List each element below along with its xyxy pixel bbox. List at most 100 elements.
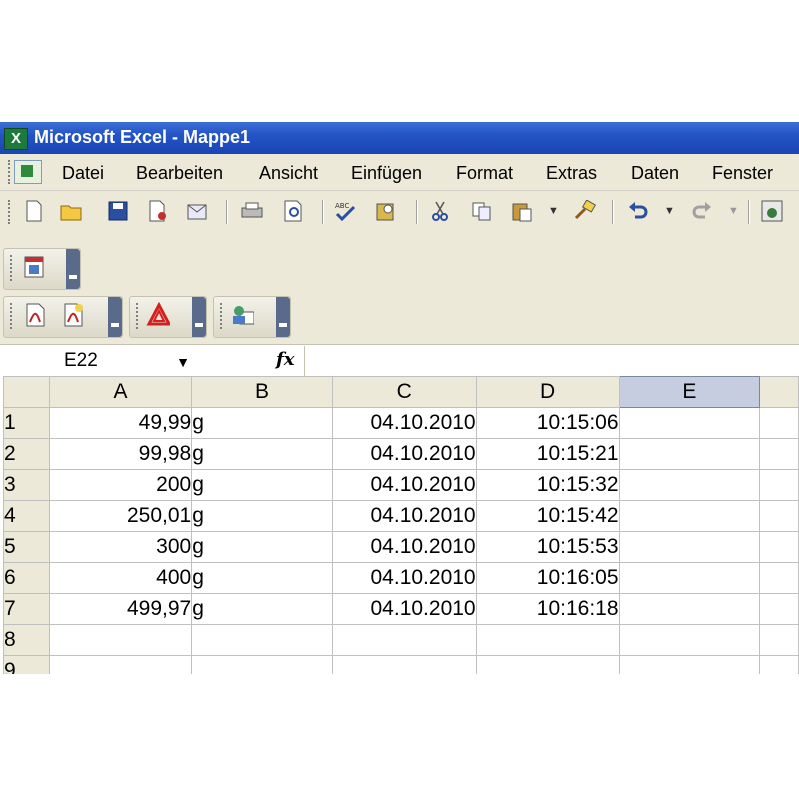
excel-icon[interactable]: X (4, 128, 28, 150)
cell-d5[interactable]: 10:15:53 (475, 531, 620, 563)
hyperlink-icon[interactable] (760, 199, 784, 223)
paste-dropdown-icon[interactable]: ▼ (548, 205, 559, 217)
insert-function-icon[interactable]: fx (276, 349, 294, 370)
cell-b5[interactable]: g (191, 531, 333, 563)
menu-daten[interactable]: Daten (631, 163, 679, 184)
cell-b6[interactable]: g (191, 562, 333, 594)
column-header-f[interactable] (759, 376, 799, 408)
cell-a1[interactable]: 49,99 (48, 407, 193, 439)
row-header[interactable]: 5 (3, 531, 50, 563)
print-icon[interactable] (240, 199, 264, 223)
cell-e2[interactable] (618, 438, 761, 470)
redo-dropdown-icon[interactable]: ▼ (728, 205, 739, 217)
toolbar-grip[interactable] (136, 303, 141, 329)
toolbar-options-icon[interactable] (66, 249, 80, 289)
cell-f3[interactable] (759, 469, 799, 501)
toolbar-options-icon[interactable] (276, 297, 290, 337)
new-document-icon[interactable] (22, 199, 46, 223)
redo-icon[interactable] (690, 199, 714, 223)
permission-icon[interactable] (146, 199, 170, 223)
menu-format[interactable]: Format (456, 163, 513, 184)
cell-c7[interactable]: 04.10.2010 (331, 593, 477, 625)
cell-a3[interactable]: 200 (48, 469, 193, 501)
cell-e9[interactable] (618, 655, 761, 674)
menu-datei[interactable]: Datei (62, 163, 104, 184)
row-header[interactable]: 2 (3, 438, 50, 470)
cell-a6[interactable]: 400 (48, 562, 193, 594)
cell-e4[interactable] (618, 500, 761, 532)
cell-e1[interactable] (618, 407, 761, 439)
cell-a5[interactable]: 300 (48, 531, 193, 563)
cell-f8[interactable] (759, 624, 799, 656)
menu-einfuegen[interactable]: Einfügen (351, 163, 422, 184)
cell-e3[interactable] (618, 469, 761, 501)
save-icon[interactable] (106, 199, 130, 223)
cell-e7[interactable] (618, 593, 761, 625)
cell-c1[interactable]: 04.10.2010 (331, 407, 477, 439)
paste-icon[interactable] (510, 199, 534, 223)
meeting-icon[interactable] (230, 303, 254, 327)
column-header-a[interactable]: A (48, 376, 193, 408)
cell-d6[interactable]: 10:16:05 (475, 562, 620, 594)
toolbar-grip[interactable] (8, 160, 13, 184)
undo-dropdown-icon[interactable]: ▼ (664, 205, 675, 217)
menu-extras[interactable]: Extras (546, 163, 597, 184)
open-folder-icon[interactable] (60, 199, 84, 223)
cell-a4[interactable]: 250,01 (48, 500, 193, 532)
print-preview-icon[interactable] (282, 199, 306, 223)
cell-f4[interactable] (759, 500, 799, 532)
row-header[interactable]: 1 (3, 407, 50, 439)
calendar-icon[interactable] (22, 255, 46, 279)
column-header-d[interactable]: D (475, 376, 620, 408)
select-all-corner[interactable] (3, 376, 50, 408)
column-header-b[interactable]: B (191, 376, 333, 408)
copy-icon[interactable] (470, 199, 494, 223)
menu-ansicht[interactable]: Ansicht (259, 163, 318, 184)
cell-d7[interactable]: 10:16:18 (475, 593, 620, 625)
column-header-c[interactable]: C (331, 376, 477, 408)
cell-f7[interactable] (759, 593, 799, 625)
cell-b9[interactable] (191, 655, 333, 674)
cell-f2[interactable] (759, 438, 799, 470)
cell-e6[interactable] (618, 562, 761, 594)
format-painter-icon[interactable] (572, 199, 596, 223)
pdf-convert-icon[interactable] (24, 303, 48, 327)
row-header[interactable]: 6 (3, 562, 50, 594)
cell-d2[interactable]: 10:15:21 (475, 438, 620, 470)
email-icon[interactable] (186, 199, 210, 223)
menu-bearbeiten[interactable]: Bearbeiten (136, 163, 223, 184)
cell-b2[interactable]: g (191, 438, 333, 470)
row-header[interactable]: 7 (3, 593, 50, 625)
cell-c6[interactable]: 04.10.2010 (331, 562, 477, 594)
cell-f1[interactable] (759, 407, 799, 439)
pdf-review-icon[interactable] (62, 303, 86, 327)
toolbar-options-icon[interactable] (108, 297, 122, 337)
column-header-e[interactable]: E (618, 376, 761, 408)
toolbar-grip[interactable] (10, 303, 15, 329)
cell-f5[interactable] (759, 531, 799, 563)
acrobat-icon[interactable] (146, 302, 170, 327)
cell-c4[interactable]: 04.10.2010 (331, 500, 477, 532)
cell-d8[interactable] (475, 624, 620, 656)
cell-b1[interactable]: g (191, 407, 333, 439)
cell-a8[interactable] (48, 624, 193, 656)
cell-a2[interactable]: 99,98 (48, 438, 193, 470)
workbook-icon[interactable] (14, 160, 42, 184)
cell-e5[interactable] (618, 531, 761, 563)
cell-c2[interactable]: 04.10.2010 (331, 438, 477, 470)
toolbar-grip[interactable] (8, 200, 13, 224)
cell-e8[interactable] (618, 624, 761, 656)
cell-c5[interactable]: 04.10.2010 (331, 531, 477, 563)
cell-c9[interactable] (331, 655, 477, 674)
cell-d4[interactable]: 10:15:42 (475, 500, 620, 532)
cell-f9[interactable] (759, 655, 799, 674)
menu-fenster[interactable]: Fenster (712, 163, 773, 184)
row-header[interactable]: 8 (3, 624, 50, 656)
cell-a7[interactable]: 499,97 (48, 593, 193, 625)
cell-f6[interactable] (759, 562, 799, 594)
row-header[interactable]: 9 (3, 655, 50, 674)
cut-icon[interactable] (428, 199, 452, 223)
cell-b3[interactable]: g (191, 469, 333, 501)
toolbar-grip[interactable] (220, 303, 225, 329)
cell-d3[interactable]: 10:15:32 (475, 469, 620, 501)
